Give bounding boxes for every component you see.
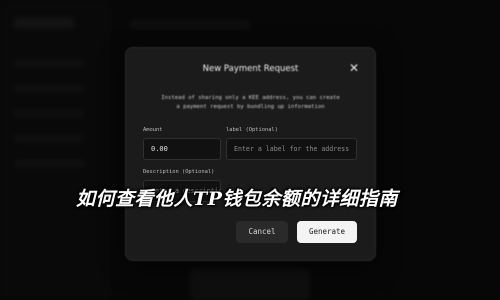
amount-label: Amount bbox=[143, 127, 163, 133]
description-label: Description (Optional) bbox=[143, 169, 215, 175]
modal-title: New Payment Request bbox=[202, 64, 299, 74]
cancel-button[interactable]: Cancel bbox=[236, 221, 288, 243]
close-icon[interactable]: ✕ bbox=[348, 62, 360, 74]
label-input[interactable]: Enter a label for the address bbox=[226, 138, 357, 160]
overlay-caption: 如何查看他人TP钱包余额的详细指南 bbox=[76, 188, 398, 210]
modal-description: Instead of sharing only a KEE address, y… bbox=[148, 94, 353, 112]
generate-button[interactable]: Generate bbox=[297, 221, 357, 243]
label-field-label: label (Optional) bbox=[226, 127, 278, 133]
modal-description-line: a payment request by bundling up informa… bbox=[176, 104, 325, 110]
amount-input[interactable]: 0.00 bbox=[143, 138, 221, 160]
modal-description-line: Instead of sharing only a KEE address, y… bbox=[161, 95, 340, 101]
